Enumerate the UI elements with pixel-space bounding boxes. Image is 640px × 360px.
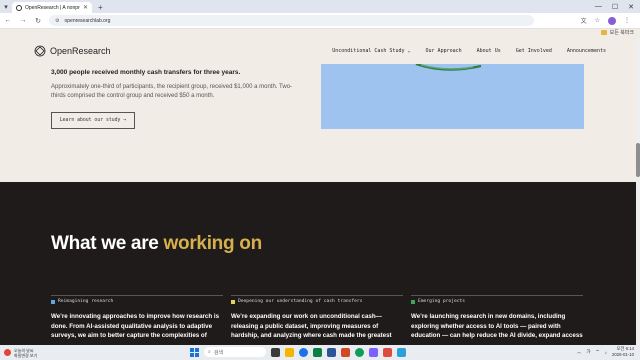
project-column: Reimagining research We’re innovating ap…	[51, 295, 223, 342]
project-description: We’re innovating approaches to improve h…	[51, 313, 220, 342]
all-bookmarks-label: 모든 북마크	[609, 30, 634, 36]
search-icon: ⌕	[208, 349, 211, 355]
working-on-heading: What we are working on	[51, 233, 262, 255]
system-tray: ︿ 가 ⌔ ♪ 오전 6:14 2026-01-10	[577, 346, 634, 358]
reload-icon[interactable]: ↻	[34, 17, 42, 25]
wifi-icon[interactable]: ⌔	[596, 349, 600, 355]
browser-tabbar: ▾ OpenResearch | A nonprofit r ✕ + — ☐ ✕	[0, 0, 640, 13]
task-view-icon[interactable]	[271, 347, 280, 357]
browser-toolbar: ← → ↻ ⚙ openresearchlab.org 文 ☆ ⋮	[0, 13, 640, 29]
clock-date: 2026-01-10	[612, 352, 634, 357]
close-window-icon[interactable]: ✕	[628, 3, 634, 11]
nav-announcements[interactable]: Announcements	[567, 48, 606, 54]
heading-plain: What we are	[51, 233, 164, 254]
square-bullet-icon	[411, 299, 415, 304]
url-text: openresearchlab.org	[64, 17, 111, 24]
project-tag: Deepening our understanding of cash tran…	[231, 299, 403, 304]
volume-icon[interactable]: ♪	[605, 350, 607, 355]
site-header: OpenResearch Unconditional Cash Study ⌄ …	[0, 38, 640, 64]
nav-our-approach[interactable]: Our Approach	[426, 48, 462, 54]
word-icon[interactable]	[327, 347, 336, 357]
project-description: We’re expanding our work on unconditiona…	[231, 313, 392, 342]
maximize-icon[interactable]: ☐	[612, 3, 618, 11]
bookmark-star-icon[interactable]: ☆	[595, 17, 600, 24]
heading-accent: working on	[163, 233, 263, 254]
forward-icon[interactable]: →	[19, 17, 27, 24]
project-tag: Emerging projects	[411, 299, 583, 304]
project-column: Deepening our understanding of cash tran…	[231, 295, 403, 342]
window-controls: — ☐ ✕	[595, 0, 640, 13]
project-description: We’re launching research in new domains,…	[411, 313, 583, 342]
address-bar[interactable]: ⚙ openresearchlab.org	[49, 15, 534, 26]
os-taskbar: 오늘의 날씨 화질변경 보기 ⌕ 검색 ︿ 가 ⌔ ♪ 오전 6:14 2026…	[0, 345, 640, 360]
tab-title: OpenResearch | A nonprofit r	[25, 4, 80, 11]
app-icon[interactable]	[383, 347, 392, 357]
file-explorer-icon[interactable]	[285, 347, 294, 357]
logo-text: OpenResearch	[50, 46, 111, 56]
learn-about-study-button[interactable]: Learn about our study →	[51, 112, 135, 129]
project-tag: Reimagining research	[51, 299, 223, 304]
project-tag-label: Deepening our understanding of cash tran…	[238, 299, 363, 304]
folder-icon	[600, 30, 607, 35]
app-icon[interactable]	[397, 347, 406, 357]
study-map-image	[321, 64, 584, 129]
square-bullet-icon	[231, 299, 235, 304]
close-tab-icon[interactable]: ✕	[83, 4, 88, 11]
tray-chevron-icon[interactable]: ︿	[577, 349, 582, 355]
menu-kebab-icon[interactable]: ⋮	[624, 17, 630, 24]
browser-tab[interactable]: OpenResearch | A nonprofit r ✕	[12, 2, 92, 13]
site-info-icon[interactable]: ⚙	[55, 18, 59, 24]
nav-get-involved[interactable]: Get Involved	[516, 48, 552, 54]
project-column: Emerging projects We’re launching resear…	[411, 295, 583, 342]
weather-icon	[4, 349, 11, 356]
start-menu-icon[interactable]	[190, 347, 199, 357]
study-lead: 3,000 people received monthly cash trans…	[51, 69, 241, 76]
project-tag-label: Reimagining research	[58, 299, 114, 304]
tab-menu-icon[interactable]: ▾	[0, 0, 12, 13]
all-bookmarks[interactable]: 모든 북마크	[600, 29, 634, 36]
site-logo[interactable]: OpenResearch	[34, 45, 111, 57]
ime-indicator[interactable]: 가	[586, 349, 590, 355]
profile-avatar[interactable]	[608, 16, 616, 25]
nav-label: Unconditional Cash Study	[332, 48, 405, 54]
study-paragraph: Approximately one-third of participants,…	[51, 84, 293, 99]
map-illustration	[415, 64, 482, 71]
translate-icon[interactable]: 文	[581, 16, 587, 25]
project-tag-label: Emerging projects	[418, 299, 466, 304]
teams-icon[interactable]	[369, 347, 378, 357]
nav-unconditional-cash-study[interactable]: Unconditional Cash Study ⌄	[332, 48, 410, 54]
weather-line2: 화질변경 보기	[14, 352, 38, 358]
nav-about-us[interactable]: About Us	[477, 48, 501, 54]
chrome-icon[interactable]	[299, 347, 308, 357]
excel-icon[interactable]	[313, 347, 322, 357]
square-bullet-icon	[51, 299, 55, 304]
weather-widget[interactable]: 오늘의 날씨 화질변경 보기	[4, 348, 37, 358]
site-favicon-icon	[16, 4, 22, 11]
taskbar-search[interactable]: ⌕ 검색	[204, 347, 266, 357]
scrollbar-thumb[interactable]	[636, 143, 640, 177]
powerpoint-icon[interactable]	[341, 347, 350, 357]
page-scrollbar[interactable]	[636, 38, 640, 345]
search-placeholder: 검색	[213, 349, 224, 356]
new-tab-icon[interactable]: +	[98, 2, 103, 13]
minimize-icon[interactable]: —	[595, 3, 602, 10]
chevron-down-icon: ⌄	[407, 48, 411, 54]
edge-icon[interactable]	[355, 347, 364, 357]
back-icon[interactable]: ←	[4, 17, 12, 24]
taskbar-clock[interactable]: 오전 6:14 2026-01-10	[612, 346, 634, 358]
openresearch-logo-icon	[34, 45, 46, 57]
